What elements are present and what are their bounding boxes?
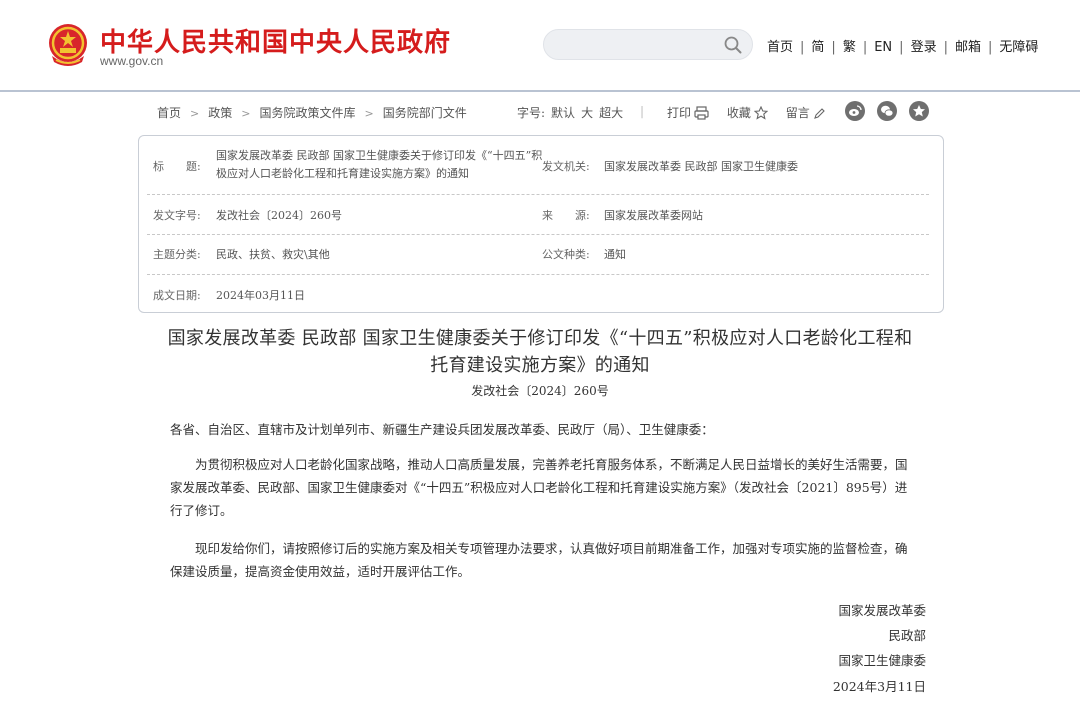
favorite-label: 收藏 xyxy=(726,106,751,120)
breadcrumb-arrow-icon: > xyxy=(190,107,200,120)
breadcrumb-arrow-icon: > xyxy=(364,107,374,120)
nav-home[interactable]: 首页 xyxy=(767,40,793,55)
signature-date: 2024年3月11日 xyxy=(832,679,926,694)
document-info-table: 标 题: 国家发展改革委 民政部 国家卫生健康委关于修订印发《“十四五”积极应对… xyxy=(138,135,944,313)
nav-mail[interactable]: 邮箱 xyxy=(955,40,981,55)
wechat-icon[interactable] xyxy=(876,101,897,121)
signature-nhc: 国家卫生健康委 xyxy=(838,653,926,668)
doctype-value: 通知 xyxy=(604,248,626,261)
printer-icon xyxy=(694,106,709,120)
nav-english[interactable]: EN xyxy=(874,40,892,55)
doctype-label: 公文种类: xyxy=(542,248,590,261)
article-paragraph: 为贯彻积极应对人口老龄化国家战略，推动人口高质量发展，完善养老托育服务体系，不断… xyxy=(170,457,908,518)
source-label: 来 源: xyxy=(542,209,590,222)
date-label: 成文日期: xyxy=(153,289,201,302)
breadcrumb-bar: 首页 > 政策 > 国务院政策文件库 > 国务院部门文件 字号: 默认大超大 | 打印 收藏 … xyxy=(157,101,937,124)
breadcrumb-department-docs[interactable]: 国务院部门文件 xyxy=(383,106,467,120)
breadcrumb-policy-library[interactable]: 国务院政策文件库 xyxy=(259,106,355,120)
search-input[interactable] xyxy=(543,29,753,60)
signature-mca: 民政部 xyxy=(888,628,926,643)
nav-simplified[interactable]: 简 xyxy=(811,40,824,55)
font-size-xlarge[interactable]: 超大 xyxy=(599,106,623,120)
share-buttons xyxy=(845,101,937,124)
comment-label: 留言 xyxy=(785,106,810,120)
article-paragraph: 现印发给你们，请按照修订后的实施方案及相关专项管理办法要求，认真做好项目前期准备… xyxy=(170,541,908,579)
national-emblem-icon[interactable] xyxy=(46,22,90,68)
nav-separator: | xyxy=(800,40,805,55)
info-row-date: 成文日期: 2024年03月11日 xyxy=(147,274,929,312)
nav-separator: | xyxy=(987,40,993,55)
article-tools: 打印 收藏 留言 xyxy=(667,104,839,121)
nav-accessibility[interactable]: 无障碍 xyxy=(999,40,1038,55)
issuer-label: 发文机关: xyxy=(542,160,590,173)
article-salutation: 各省、自治区、直辖市及计划单列市、新疆生产建设兵团发展改革委、民政厅（局）、卫生… xyxy=(170,422,714,437)
article-title: 国家发展改革委 民政部 国家卫生健康委关于修订印发《“十四五”积极应对人口老龄化… xyxy=(167,328,913,376)
star-outline-icon xyxy=(753,105,769,120)
nav-separator: | xyxy=(943,40,948,55)
signature-ndrc: 国家发展改革委 xyxy=(838,603,926,618)
breadcrumb-policy[interactable]: 政策 xyxy=(208,106,232,120)
font-size-label: 字号: xyxy=(517,106,546,120)
topic-value: 民政、扶贫、救灾\其他 xyxy=(216,248,330,261)
title-label: 标 题: xyxy=(153,160,201,173)
breadcrumb-home[interactable]: 首页 xyxy=(157,106,181,120)
nav-separator: | xyxy=(899,40,904,55)
nav-separator: | xyxy=(831,40,836,55)
search-icon[interactable] xyxy=(724,36,742,54)
font-size-selector: 字号: 默认大超大 xyxy=(517,104,623,121)
nav-traditional[interactable]: 繁 xyxy=(843,40,856,55)
issuer-value: 国家发展改革委 民政部 国家卫生健康委 xyxy=(604,160,798,173)
source-value: 国家发展改革委网站 xyxy=(604,209,703,222)
comment-button[interactable]: 留言 xyxy=(786,106,825,120)
topic-label: 主题分类: xyxy=(153,248,201,261)
title-value: 国家发展改革委 民政部 国家卫生健康委关于修订印发《“十四五”积极应对人口老龄化… xyxy=(216,149,543,180)
nav-separator: | xyxy=(862,40,868,55)
site-header: 中华人民共和国中央人民政府 www.gov.cn 首页 | 简 | 繁 | EN | 登录 | 邮箱… xyxy=(0,0,1080,92)
star-icon[interactable] xyxy=(908,101,929,121)
weibo-icon[interactable] xyxy=(845,101,865,121)
print-label: 打印 xyxy=(667,106,692,120)
docno-value: 发改社会〔2024〕260号 xyxy=(216,209,342,222)
breadcrumb-arrow-icon: > xyxy=(241,107,251,120)
breadcrumb: 首页 > 政策 > 国务院政策文件库 > 国务院部门文件 xyxy=(157,104,467,121)
toolbar-divider: | xyxy=(640,104,645,118)
favorite-button[interactable]: 收藏 xyxy=(726,105,769,120)
docno-label: 发文字号: xyxy=(153,209,201,222)
info-row-docno: 发文字号: 发改社会〔2024〕260号 来 源: 国家发展改革委网站 xyxy=(147,194,929,235)
info-row-title: 标 题: 国家发展改革委 民政部 国家卫生健康委关于修订印发《“十四五”积极应对… xyxy=(147,136,929,195)
site-domain: www.gov.cn xyxy=(100,54,164,68)
print-button[interactable]: 打印 xyxy=(667,106,709,120)
font-size-default[interactable]: 默认 xyxy=(551,106,575,120)
top-nav: 首页 | 简 | 繁 | EN | 登录 | 邮箱 | 无障碍 xyxy=(767,36,1038,55)
date-value: 2024年03月11日 xyxy=(216,289,305,302)
article-doc-number: 发改社会〔2024〕260号 xyxy=(471,384,609,398)
font-size-large[interactable]: 大 xyxy=(581,106,593,120)
nav-login[interactable]: 登录 xyxy=(911,40,937,55)
pencil-icon xyxy=(813,108,825,119)
info-row-topic: 主题分类: 民政、扶贫、救灾\其他 公文种类: 通知 xyxy=(147,234,929,275)
